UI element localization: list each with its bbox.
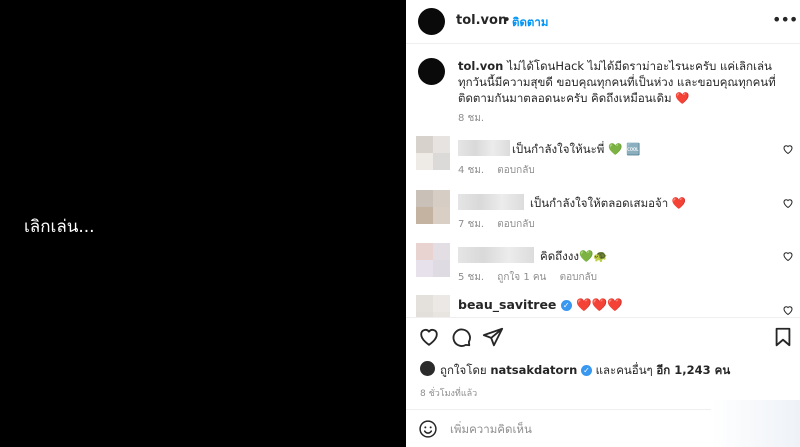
post-timestamp[interactable]: 8 ชั่วโมงที่แล้ว [420,386,477,400]
likes-text: ถูกใจโดย natsakdatorn ✓ และคนอื่นๆ อีก 1… [440,362,730,380]
comment-bubble-icon[interactable] [450,326,472,348]
heart-icon[interactable] [782,250,794,262]
comment-item: เป็นกำลังใจให้นะพี่ 💚 🆒 4 ชม. ตอบกลับ [406,136,800,186]
post-actions [406,317,800,355]
comment-username-blurred[interactable] [458,194,524,210]
heart-icon[interactable] [782,143,794,155]
like-heart-icon[interactable] [418,326,440,348]
comment-username-blurred[interactable] [458,247,534,263]
heart-icon[interactable] [782,197,794,209]
bookmark-icon[interactable] [772,326,794,348]
more-icon[interactable]: ••• [772,10,798,29]
caption: tol.von ไม่ได้โดนHack ไม่ได้มีดราม่าอะไรน… [458,58,788,106]
verified-badge-icon: ✓ [580,365,592,376]
comment-meta: 4 ชม. ตอบกลับ [458,163,545,178]
post-button-area[interactable] [711,400,800,447]
liker-avatar[interactable] [420,361,435,376]
avatar[interactable] [418,8,445,35]
media-text: เลิกเล่น... [24,217,95,237]
comment-meta: 7 ชม. ตอบกลับ [458,217,545,232]
comment-username-text[interactable]: beau_savitree [458,297,556,312]
comment-meta: 5 ชม. ถูกใจ 1 คน ตอบกลับ [458,270,607,285]
comment-text: เป็นกำลังใจให้นะพี่ 💚 🆒 [512,142,641,156]
comment-time: 7 ชม. [458,219,485,230]
liker-username[interactable]: natsakdatorn [490,363,577,377]
post-header: tol.von • ติดตาม ••• [406,0,800,44]
follow-button[interactable]: ติดตาม [512,14,548,32]
comment-text: คิดถึงงง💚🐢 [540,249,608,263]
add-comment-bar: เพิ่มความคิดเห็น [406,400,800,447]
comment-item: เป็นกำลังใจให้ตลอดเสมอจ้า ❤️ 7 ชม. ตอบกล… [406,190,800,240]
post-panel: tol.von • ติดตาม ••• tol.von ไม่ได้โดนHac… [406,0,800,447]
comment-time: 4 ชม. [458,165,485,176]
comment-item: beau_savitree ✓ ❤️❤️❤️ [406,295,800,317]
comment-text: เป็นกำลังใจให้ตลอดเสมอจ้า ❤️ [530,196,687,210]
caption-username[interactable]: tol.von [458,59,503,73]
comment-username[interactable]: beau_savitree ✓ ❤️❤️❤️ [458,297,623,313]
likes-count[interactable]: อีก 1,243 คน [656,363,730,377]
verified-badge-icon: ✓ [560,300,572,311]
caption-avatar[interactable] [418,58,445,85]
comment-avatar[interactable] [416,190,450,224]
heart-icon[interactable] [782,304,794,316]
author-username[interactable]: tol.von [456,13,507,28]
share-paper-plane-icon[interactable] [482,326,504,348]
caption-time: 8 ชม. [458,113,485,124]
likes-prefix: ถูกใจโดย [440,363,487,377]
caption-body: ไม่ได้โดนHack ไม่ได้มีดราม่าอะไรนะครับ แ… [458,59,776,105]
likes-middle: และคนอื่นๆ [595,363,653,377]
reply-button[interactable]: ตอบกลับ [497,165,534,176]
comment-likes[interactable]: ถูกใจ 1 คน [497,272,546,283]
comment-username-blurred[interactable] [458,140,510,156]
separator-dot: • [503,13,511,28]
comment-time: 5 ชม. [458,272,485,283]
comment-item: คิดถึงงง💚🐢 5 ชม. ถูกใจ 1 คน ตอบกลับ [406,243,800,293]
reply-button[interactable]: ตอบกลับ [497,219,534,230]
emoji-icon[interactable] [418,419,438,439]
reply-button[interactable]: ตอบกลับ [560,272,597,283]
comment-input[interactable]: เพิ่มความคิดเห็น [450,421,532,439]
comment-avatar[interactable] [416,136,450,170]
comment-text: ❤️❤️❤️ [576,297,623,312]
comment-avatar[interactable] [416,243,450,277]
comment-avatar[interactable] [416,295,450,317]
post-media: เลิกเล่น... [0,0,406,447]
